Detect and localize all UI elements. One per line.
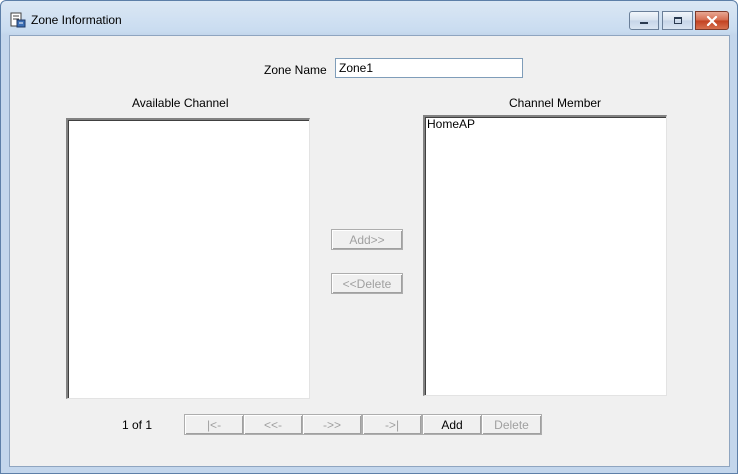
list-item[interactable]: HomeAP — [425, 117, 666, 131]
next-record-button[interactable]: ->> — [302, 414, 362, 435]
window-title: Zone Information — [31, 13, 122, 27]
maximize-icon — [673, 17, 682, 24]
close-button[interactable] — [695, 11, 729, 30]
close-icon — [706, 15, 718, 26]
zone-name-input[interactable] — [335, 58, 523, 78]
minimize-button[interactable] — [629, 11, 659, 30]
previous-record-button[interactable]: <<- — [243, 414, 303, 435]
add-to-member-button[interactable]: Add>> — [331, 229, 403, 250]
zone-name-label: Zone Name — [264, 63, 327, 77]
channel-member-list[interactable]: HomeAP — [423, 115, 667, 396]
add-button[interactable]: Add — [422, 414, 482, 435]
app-icon — [10, 12, 26, 28]
available-channel-list[interactable] — [66, 118, 310, 399]
first-record-button[interactable]: |<- — [184, 414, 244, 435]
dialog-body: Zone Name Available Channel Channel Memb… — [9, 35, 730, 467]
channel-member-label: Channel Member — [509, 96, 602, 110]
available-channel-label: Available Channel — [132, 96, 229, 110]
minimize-icon — [640, 21, 648, 24]
zone-information-window: Zone Information Zone Name Available Cha… — [0, 0, 738, 474]
last-record-button[interactable]: ->| — [362, 414, 422, 435]
maximize-button[interactable] — [662, 11, 693, 30]
page-status: 1 of 1 — [122, 418, 153, 432]
delete-from-member-button[interactable]: <<Delete — [331, 273, 403, 294]
delete-button[interactable]: Delete — [481, 414, 542, 435]
title-bar[interactable]: Zone Information — [1, 1, 737, 35]
